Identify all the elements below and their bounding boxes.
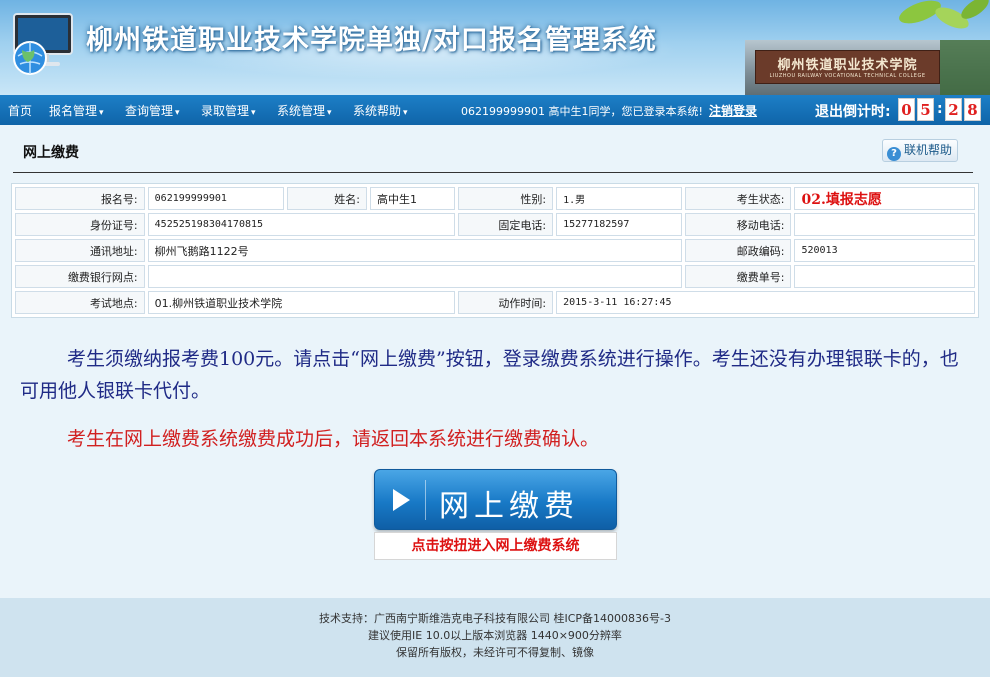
page-footer: 技术支持：广西南宁斯维浩克电子科技有限公司 桂ICP备14000836号-3 建… [0,598,990,677]
payment-notice: 考生须缴纳报考费100元。请点击“网上缴费”按钮，登录缴费系统进行操作。考生还没… [20,348,959,402]
countdown-digit: 5 [917,98,934,121]
exam-site-label: 考试地点: [15,291,145,314]
id-no-label: 身份证号: [15,213,145,236]
id-no-value: 452525198304170815 [147,213,456,236]
nav-item-admission[interactable]: 录取管理 ▾ [201,102,256,119]
name-label: 姓名: [287,187,368,210]
footer-copyright: 保留所有版权，未经许可不得复制、镜像 [396,646,594,659]
nav-item-registration[interactable]: 报名管理 ▾ [49,102,104,119]
chevron-down-icon: ▾ [99,108,104,118]
countdown-digit: 0 [898,98,915,121]
chevron-down-icon: ▾ [175,108,180,118]
nav-item-label: 报名管理 [49,104,98,118]
footer-browser-hint: 建议使用IE 10.0以上版本浏览器 1440×900分辨率 [368,629,622,642]
nav-item-label: 录取管理 [201,104,250,118]
action-time-value: 2015-3-11 16:27:45 [556,291,975,314]
logout-link[interactable]: 注销登录 [709,102,757,119]
postcode-label: 邮政编码: [684,239,792,262]
chevron-down-icon: ▾ [403,108,408,118]
gender-label: 性别: [458,187,554,210]
table-row: 考试地点: 01.柳州铁道职业技术学院 动作时间: 2015-3-11 16:2… [15,291,975,314]
exam-site-value: 01.柳州铁道职业技术学院 [147,291,456,314]
bank-value [147,265,682,288]
countdown-digit: 2 [945,98,962,121]
system-title: 柳州铁道职业技术学院单独/对口报名管理系统 [86,25,657,56]
online-payment-button[interactable]: 网上缴费 [374,469,617,530]
nav-item-home[interactable]: 首页 [8,102,32,119]
table-row: 缴费银行网点: 缴费单号: [15,265,975,288]
button-divider [425,480,426,520]
countdown-separator: : [937,101,943,117]
nav-item-label: 首页 [8,104,33,118]
pay-no-label: 缴费单号: [684,265,792,288]
action-time-label: 动作时间: [458,291,554,314]
nav-item-query[interactable]: 查询管理 ▾ [125,102,180,119]
student-info-table: 报名号: 062199999901 姓名: 高中生1 性别: 1.男 考生状态:… [11,183,979,318]
status-value: 02.填报志愿 [794,187,975,210]
table-row: 通讯地址: 柳州飞鹅路1122号 邮政编码: 520013 [15,239,975,262]
title-divider [13,172,973,173]
bank-label: 缴费银行网点: [15,265,145,288]
name-value: 高中生1 [370,187,456,210]
campus-sign-en: LIUZHOU RAILWAY VOCATIONAL TECHNICAL COL… [769,73,926,79]
reg-no-label: 报名号: [15,187,145,210]
play-icon [393,489,410,511]
table-row: 身份证号: 452525198304170815 固定电话: 152771825… [15,213,975,236]
reg-no-value: 062199999901 [147,187,285,210]
header-banner: 柳州铁道职业技术学院单独/对口报名管理系统 柳州铁道职业技术学院 LIUZHOU… [0,0,990,95]
payment-button-label: 网上缴费 [439,489,579,524]
campus-sign-cn: 柳州铁道职业技术学院 [777,58,918,73]
table-row: 报名号: 062199999901 姓名: 高中生1 性别: 1.男 考生状态:… [15,187,975,210]
help-button-label: 联机帮助 [904,143,953,157]
computer-globe-logo-icon [13,13,73,75]
nav-item-help[interactable]: 系统帮助 ▾ [353,102,408,119]
countdown-digit: 8 [964,98,981,121]
nav-item-label: 查询管理 [125,104,174,118]
welcome-text: 062199999901 高中生1同学，您已登录本系统! [461,105,703,118]
leaves-decoration-icon [899,0,989,29]
mobile-label: 移动电话: [684,213,792,236]
status-label: 考生状态: [684,187,792,210]
payment-entry-link[interactable]: 点击按扭进入网上缴费系统 [374,532,617,560]
address-value: 柳州飞鹅路1122号 [147,239,682,262]
nav-item-label: 系统管理 [277,104,326,118]
nav-item-system[interactable]: 系统管理 ▾ [277,102,332,119]
online-help-button[interactable]: ? 联机帮助 [882,139,958,162]
main-nav: 首页 报名管理 ▾ 查询管理 ▾ 录取管理 ▾ 系统管理 ▾ 系统帮助 ▾ 0621999… [0,95,990,125]
postcode-value: 520013 [794,239,975,262]
help-icon: ? [887,147,901,161]
campus-sign: 柳州铁道职业技术学院 LIUZHOU RAILWAY VOCATIONAL TE… [755,50,940,84]
pay-no-value [794,265,975,288]
countdown-label: 退出倒计时: [815,104,891,120]
gender-value: 1.男 [556,187,682,210]
page-title: 网上缴费 [23,145,79,161]
phone-value: 15277182597 [556,213,682,236]
chevron-down-icon: ▾ [251,108,256,118]
chevron-down-icon: ▾ [327,108,332,118]
mobile-value [794,213,975,236]
address-label: 通讯地址: [15,239,145,262]
confirm-notice: 考生在网上缴费系统缴费成功后，请返回本系统进行缴费确认。 [67,428,600,450]
nav-item-label: 系统帮助 [353,104,402,118]
phone-label: 固定电话: [458,213,554,236]
footer-support: 技术支持：广西南宁斯维浩克电子科技有限公司 桂ICP备14000836号-3 [318,612,671,625]
